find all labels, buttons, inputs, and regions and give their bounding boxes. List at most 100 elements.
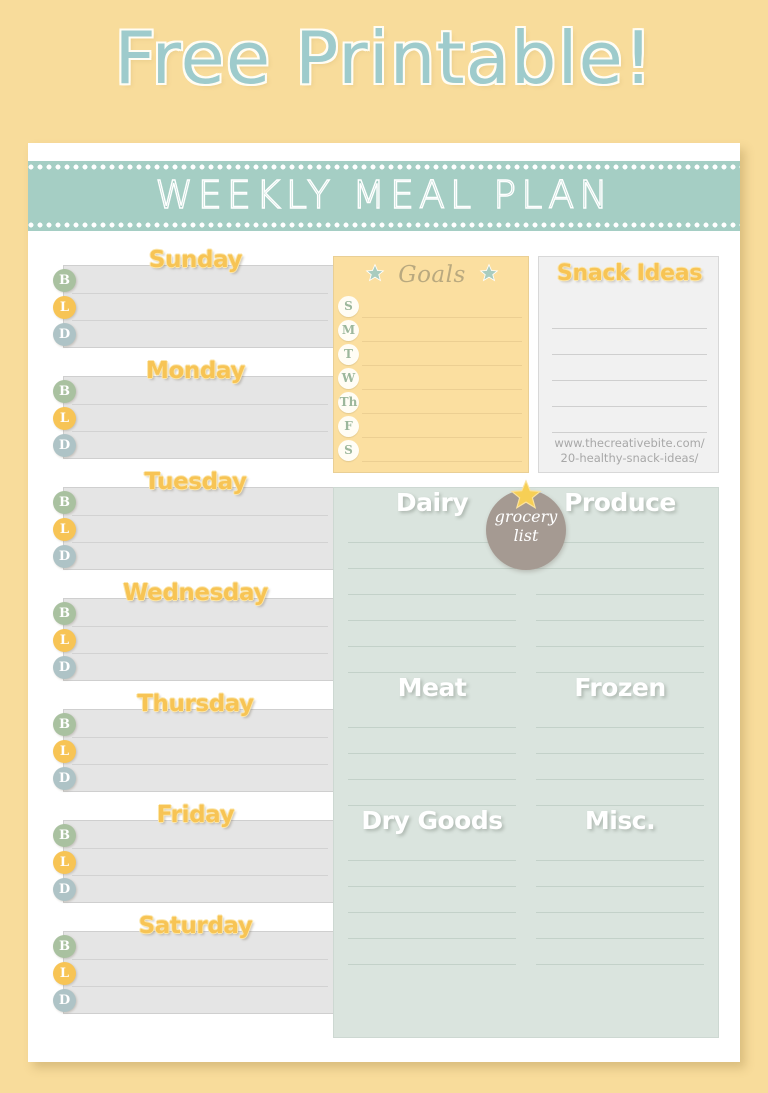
- grocery-write-line[interactable]: [348, 780, 516, 806]
- grocery-write-line[interactable]: [348, 939, 516, 965]
- banner-dot-border-top: [28, 163, 740, 171]
- snack-write-line[interactable]: [552, 329, 707, 355]
- day-label: Wednesday: [123, 580, 268, 606]
- grocery-write-line[interactable]: [536, 780, 704, 806]
- day-label: Sunday: [148, 247, 243, 273]
- grocery-write-line[interactable]: [348, 913, 516, 939]
- grocery-write-line[interactable]: [348, 569, 516, 595]
- meal-separator: [72, 848, 328, 849]
- day-meal-box[interactable]: [63, 931, 335, 1014]
- meal-separator: [72, 737, 328, 738]
- day-meal-box[interactable]: [63, 265, 335, 348]
- goal-write-line: [362, 461, 522, 462]
- meal-badge-dinner: D: [53, 656, 76, 679]
- meal-badge-group: BLD: [53, 713, 76, 794]
- star-icon: [509, 478, 543, 517]
- goal-row[interactable]: M: [334, 319, 530, 343]
- day-meal-box[interactable]: [63, 709, 335, 792]
- meal-separator: [72, 986, 328, 987]
- page-headline: Free Printable!: [114, 16, 654, 100]
- day-meal-box[interactable]: [63, 598, 335, 681]
- goal-day-letter: M: [338, 320, 359, 341]
- goal-write-line: [362, 389, 522, 390]
- grocery-write-line[interactable]: [348, 754, 516, 780]
- meal-badge-dinner: D: [53, 545, 76, 568]
- grocery-write-line[interactable]: [348, 835, 516, 861]
- grocery-write-line[interactable]: [536, 939, 704, 965]
- meal-separator: [72, 431, 328, 432]
- snack-write-line[interactable]: [552, 381, 707, 407]
- snack-write-line[interactable]: [552, 303, 707, 329]
- grocery-write-line[interactable]: [536, 621, 704, 647]
- snack-url-line-2: 20-healthy-snack-ideas/: [560, 451, 699, 465]
- grocery-write-line[interactable]: [348, 861, 516, 887]
- grocery-section-title: Dry Goods: [361, 806, 503, 835]
- banner-dot-border-bottom: [28, 221, 740, 229]
- day-meal-box[interactable]: [63, 820, 335, 903]
- grocery-write-line[interactable]: [536, 861, 704, 887]
- meal-badge-breakfast: B: [53, 713, 76, 736]
- meal-separator: [72, 293, 328, 294]
- snack-ideas-url[interactable]: www.thecreativebite.com/ 20-healthy-snac…: [539, 436, 720, 466]
- grocery-write-line[interactable]: [536, 887, 704, 913]
- meal-badge-lunch: L: [53, 407, 76, 430]
- meal-separator: [72, 515, 328, 516]
- grocery-write-line[interactable]: [348, 621, 516, 647]
- day-block: Wednesday B L D: [53, 580, 338, 683]
- meal-badge-lunch: L: [53, 740, 76, 763]
- day-block: Monday B L D: [53, 358, 338, 461]
- snack-write-line[interactable]: [552, 407, 707, 433]
- grocery-write-line[interactable]: [348, 702, 516, 728]
- star-icon: [365, 263, 385, 288]
- grocery-write-line[interactable]: [348, 595, 516, 621]
- printable-canvas: Free Printable! WEEKLY MEAL PLAN Sunday B…: [0, 0, 768, 1093]
- grocery-write-line[interactable]: [536, 835, 704, 861]
- goals-panel: Goals S M T W Th F S: [333, 256, 529, 473]
- grocery-write-line[interactable]: [536, 913, 704, 939]
- goal-row[interactable]: Th: [334, 391, 530, 415]
- goal-write-line: [362, 365, 522, 366]
- meal-badge-lunch: L: [53, 629, 76, 652]
- meal-badge-lunch: L: [53, 851, 76, 874]
- grocery-section-title: Meat: [397, 673, 467, 702]
- day-block: Thursday B L D: [53, 691, 338, 794]
- goal-row[interactable]: S: [334, 439, 530, 463]
- grocery-write-line[interactable]: [348, 647, 516, 673]
- grocery-write-line[interactable]: [536, 702, 704, 728]
- goals-rows: S M T W Th F S: [334, 295, 530, 463]
- goal-row[interactable]: T: [334, 343, 530, 367]
- day-meal-box[interactable]: [63, 376, 335, 459]
- meal-badge-breakfast: B: [53, 935, 76, 958]
- header-banner: WEEKLY MEAL PLAN: [28, 161, 740, 231]
- grocery-write-line[interactable]: [348, 728, 516, 754]
- goal-day-letter: W: [338, 368, 359, 389]
- meal-separator: [72, 404, 328, 405]
- meal-badge-dinner: D: [53, 878, 76, 901]
- grocery-write-line[interactable]: [536, 754, 704, 780]
- goal-row[interactable]: S: [334, 295, 530, 319]
- meal-badge-breakfast: B: [53, 824, 76, 847]
- day-block: Saturday B L D: [53, 913, 338, 1016]
- day-block: Tuesday B L D: [53, 469, 338, 572]
- star-icon: [479, 263, 499, 288]
- snack-url-line-1: www.thecreativebite.com/: [554, 436, 705, 450]
- grocery-section-title: Misc.: [584, 806, 656, 835]
- grocery-write-line[interactable]: [536, 728, 704, 754]
- meal-badge-group: BLD: [53, 380, 76, 461]
- grocery-list-panel: Dairy Meat Dry Goods Produce Frozen Misc. gr…: [333, 479, 719, 1038]
- goal-row[interactable]: W: [334, 367, 530, 391]
- goal-row[interactable]: F: [334, 415, 530, 439]
- meal-badge-group: BLD: [53, 602, 76, 683]
- grocery-write-line[interactable]: [536, 647, 704, 673]
- day-label: Thursday: [137, 691, 254, 717]
- grocery-write-line[interactable]: [348, 887, 516, 913]
- snack-write-line[interactable]: [552, 355, 707, 381]
- banner-title: WEEKLY MEAL PLAN: [155, 172, 613, 218]
- grocery-column-left: Dairy Meat Dry Goods: [348, 488, 516, 965]
- goal-day-letter: F: [338, 416, 359, 437]
- day-meal-box[interactable]: [63, 487, 335, 570]
- meal-badge-group: BLD: [53, 491, 76, 572]
- grocery-write-line[interactable]: [536, 569, 704, 595]
- grocery-write-line[interactable]: [536, 595, 704, 621]
- goal-write-line: [362, 317, 522, 318]
